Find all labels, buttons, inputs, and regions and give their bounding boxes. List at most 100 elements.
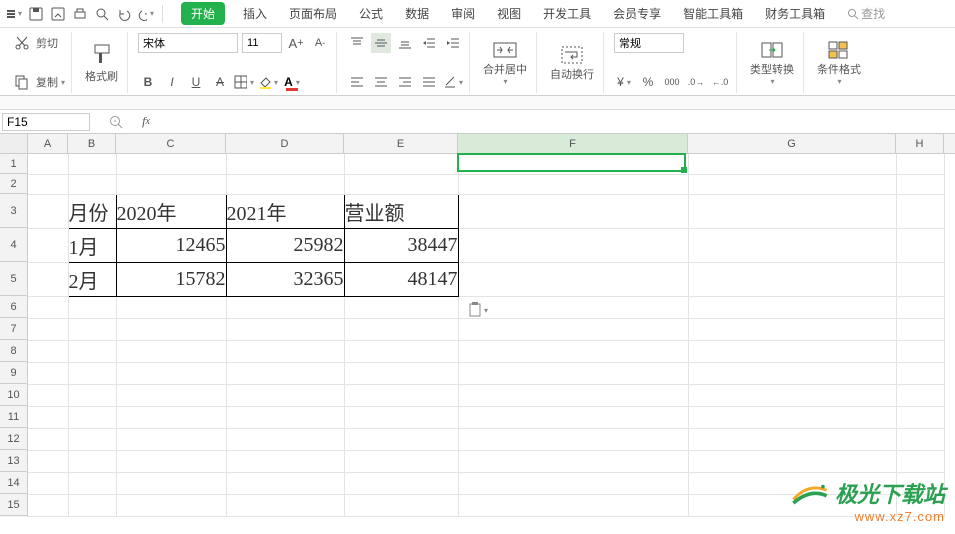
align-right-icon[interactable] bbox=[395, 72, 415, 92]
cell-C2[interactable] bbox=[116, 174, 226, 194]
column-header-B[interactable]: B bbox=[68, 134, 116, 153]
save-as-icon[interactable] bbox=[50, 6, 66, 22]
name-box[interactable] bbox=[2, 113, 90, 131]
row-header-8[interactable]: 8 bbox=[0, 340, 27, 362]
cell-C12[interactable] bbox=[116, 428, 226, 450]
row-header-4[interactable]: 4 bbox=[0, 228, 27, 262]
cell-B7[interactable] bbox=[68, 318, 116, 340]
cell-B3[interactable]: 月份 bbox=[68, 194, 116, 228]
comma-icon[interactable]: 000 bbox=[662, 72, 682, 92]
type-convert-button[interactable]: 类型转换 bbox=[747, 39, 797, 86]
align-bottom-icon[interactable] bbox=[395, 33, 415, 53]
row-header-2[interactable]: 2 bbox=[0, 174, 27, 194]
format-painter-button[interactable]: 格式刷 bbox=[82, 42, 121, 84]
cell-C6[interactable] bbox=[116, 296, 226, 318]
decrease-decimal-icon[interactable]: ←.0 bbox=[710, 72, 730, 92]
justify-icon[interactable] bbox=[419, 72, 439, 92]
cell-D9[interactable] bbox=[226, 362, 344, 384]
tab-review[interactable]: 审阅 bbox=[447, 1, 479, 26]
cell-A15[interactable] bbox=[28, 494, 68, 516]
cell-F6[interactable] bbox=[458, 296, 688, 318]
underline-icon[interactable]: U bbox=[186, 72, 206, 92]
cell-E12[interactable] bbox=[344, 428, 458, 450]
tab-view[interactable]: 视图 bbox=[493, 1, 525, 26]
cell-H4[interactable] bbox=[896, 228, 944, 262]
cell-C14[interactable] bbox=[116, 472, 226, 494]
print-icon[interactable] bbox=[72, 6, 88, 22]
cell-B9[interactable] bbox=[68, 362, 116, 384]
undo-icon[interactable] bbox=[116, 6, 132, 22]
tab-formula[interactable]: 公式 bbox=[355, 1, 387, 26]
cell-C11[interactable] bbox=[116, 406, 226, 428]
cell-A4[interactable] bbox=[28, 228, 68, 262]
cell-G11[interactable] bbox=[688, 406, 896, 428]
cell-A6[interactable] bbox=[28, 296, 68, 318]
cell-B6[interactable] bbox=[68, 296, 116, 318]
cell-F12[interactable] bbox=[458, 428, 688, 450]
cell-D6[interactable] bbox=[226, 296, 344, 318]
cell-F2[interactable] bbox=[458, 174, 688, 194]
tab-devtools[interactable]: 开发工具 bbox=[539, 1, 595, 26]
column-header-E[interactable]: E bbox=[344, 134, 458, 153]
cell-G3[interactable] bbox=[688, 194, 896, 228]
align-left-icon[interactable] bbox=[347, 72, 367, 92]
column-header-H[interactable]: H bbox=[896, 134, 944, 153]
save-icon[interactable] bbox=[28, 6, 44, 22]
cell-A3[interactable] bbox=[28, 194, 68, 228]
row-header-14[interactable]: 14 bbox=[0, 472, 27, 494]
cell-G13[interactable] bbox=[688, 450, 896, 472]
italic-icon[interactable]: I bbox=[162, 72, 182, 92]
font-color-icon[interactable]: A bbox=[282, 72, 302, 92]
row-header-13[interactable]: 13 bbox=[0, 450, 27, 472]
row-header-6[interactable]: 6 bbox=[0, 296, 27, 318]
redo-icon[interactable] bbox=[138, 6, 154, 22]
paste-options-button[interactable]: ▾ bbox=[468, 302, 488, 318]
cell-F15[interactable] bbox=[458, 494, 688, 516]
cell-E4[interactable]: 38447 bbox=[344, 228, 458, 262]
row-header-12[interactable]: 12 bbox=[0, 428, 27, 450]
cell-H3[interactable] bbox=[896, 194, 944, 228]
cell-F5[interactable] bbox=[458, 262, 688, 296]
cell-G10[interactable] bbox=[688, 384, 896, 406]
cell-A14[interactable] bbox=[28, 472, 68, 494]
cell-E9[interactable] bbox=[344, 362, 458, 384]
row-header-15[interactable]: 15 bbox=[0, 494, 27, 516]
cell-E11[interactable] bbox=[344, 406, 458, 428]
cell-C3[interactable]: 2020年 bbox=[116, 194, 226, 228]
row-header-10[interactable]: 10 bbox=[0, 384, 27, 406]
font-name-select[interactable] bbox=[138, 33, 238, 53]
cell-C7[interactable] bbox=[116, 318, 226, 340]
cell-D15[interactable] bbox=[226, 494, 344, 516]
column-header-D[interactable]: D bbox=[226, 134, 344, 153]
cell-H7[interactable] bbox=[896, 318, 944, 340]
cell-G5[interactable] bbox=[688, 262, 896, 296]
align-top-icon[interactable] bbox=[347, 33, 367, 53]
cell-H9[interactable] bbox=[896, 362, 944, 384]
currency-icon[interactable]: ¥ bbox=[614, 72, 634, 92]
copy-label[interactable]: 复制 bbox=[36, 74, 65, 90]
decrease-indent-icon[interactable] bbox=[419, 33, 439, 53]
cell-G9[interactable] bbox=[688, 362, 896, 384]
cell-C9[interactable] bbox=[116, 362, 226, 384]
cell-F3[interactable] bbox=[458, 194, 688, 228]
cell-D12[interactable] bbox=[226, 428, 344, 450]
cell-A10[interactable] bbox=[28, 384, 68, 406]
cell-F7[interactable] bbox=[458, 318, 688, 340]
cell-G7[interactable] bbox=[688, 318, 896, 340]
search-tab[interactable]: 查找 bbox=[843, 1, 889, 26]
cell-F1[interactable] bbox=[458, 154, 688, 174]
cell-B15[interactable] bbox=[68, 494, 116, 516]
cell-C5[interactable]: 15782 bbox=[116, 262, 226, 296]
cell-F4[interactable] bbox=[458, 228, 688, 262]
cell-H13[interactable] bbox=[896, 450, 944, 472]
row-header-7[interactable]: 7 bbox=[0, 318, 27, 340]
app-menu-icon[interactable] bbox=[6, 6, 22, 22]
copy-icon[interactable] bbox=[12, 72, 32, 92]
cell-D1[interactable] bbox=[226, 154, 344, 174]
column-header-F[interactable]: F bbox=[458, 134, 688, 153]
cell-E1[interactable] bbox=[344, 154, 458, 174]
cell-F13[interactable] bbox=[458, 450, 688, 472]
tab-member[interactable]: 会员专享 bbox=[609, 1, 665, 26]
column-header-G[interactable]: G bbox=[688, 134, 896, 153]
cell-A1[interactable] bbox=[28, 154, 68, 174]
